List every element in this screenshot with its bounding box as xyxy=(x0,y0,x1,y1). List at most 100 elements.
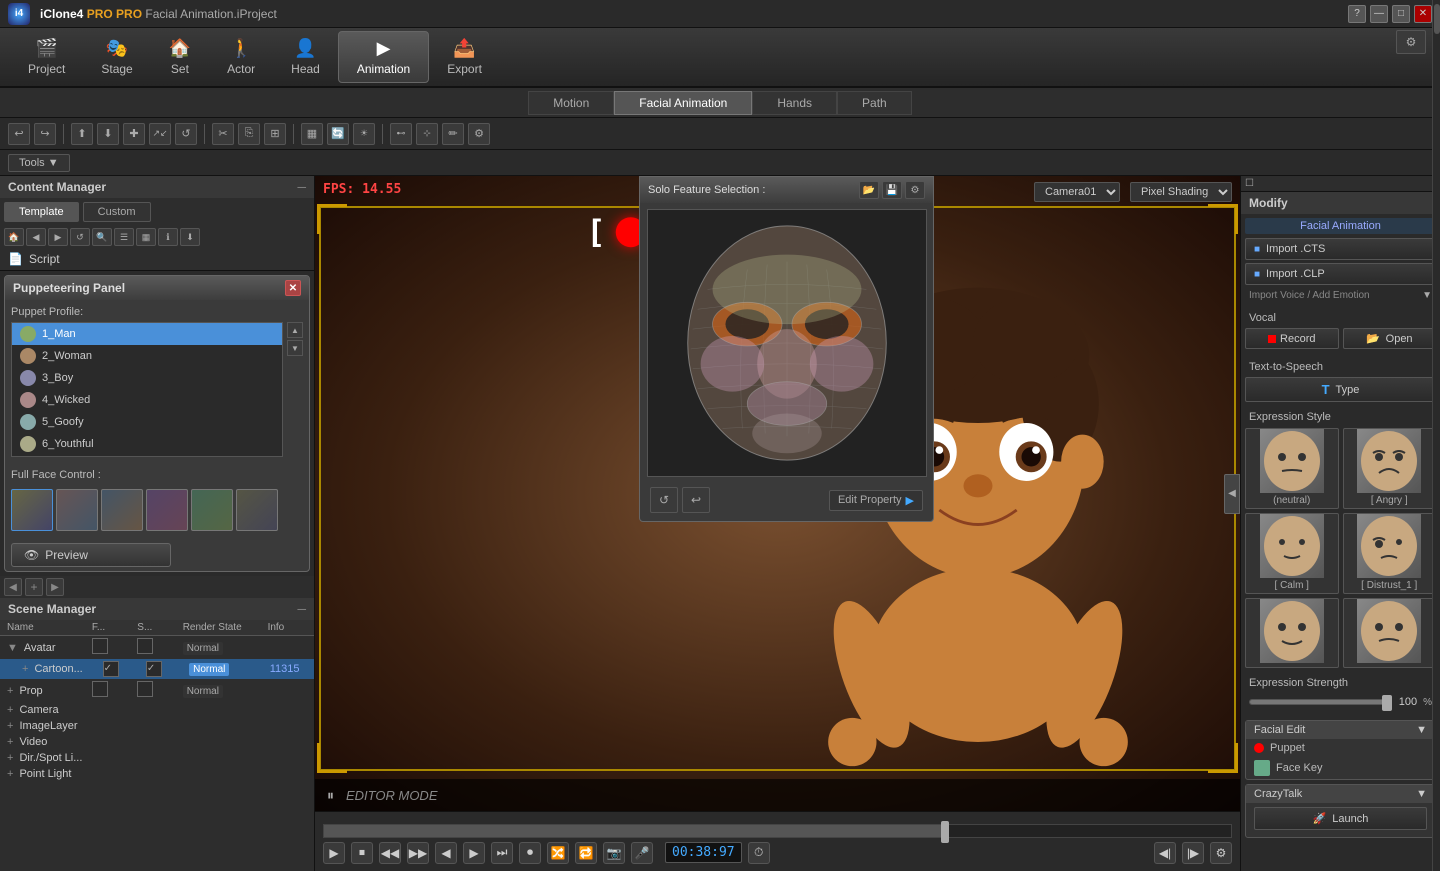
facial-edit-header[interactable]: Facial Edit ▼ xyxy=(1246,721,1435,739)
puppet-item-7attractive[interactable]: 7_Attractive xyxy=(12,455,282,457)
cm-back-btn[interactable]: ◀ xyxy=(26,228,46,246)
solo-open-btn[interactable]: 📂 xyxy=(859,181,879,199)
pb-prev-btn[interactable]: ◀◀ xyxy=(379,842,401,864)
pb-settings-btn[interactable]: ⚙ xyxy=(1210,842,1232,864)
pp-header[interactable]: Puppeteering Panel ✕ xyxy=(5,276,309,300)
expr-angry[interactable]: [ Angry ] xyxy=(1343,428,1437,509)
import-cts-btn[interactable]: ■ Import .CTS xyxy=(1245,238,1436,260)
tools-dropdown[interactable]: Tools ▼ xyxy=(8,154,70,172)
subtab-motion[interactable]: Motion xyxy=(528,91,614,115)
face-thumb-3[interactable] xyxy=(146,489,188,531)
puppet-item-2woman[interactable]: 2_Woman xyxy=(12,345,282,367)
tab-actor[interactable]: 🚶 Actor xyxy=(209,32,273,82)
pb-zoom-out-btn[interactable]: ◀| xyxy=(1154,842,1176,864)
sm-prev-btn[interactable]: ◀ xyxy=(4,578,22,596)
tab-project[interactable]: 🎬 Project xyxy=(10,32,83,82)
face-thumb-2[interactable] xyxy=(101,489,143,531)
pb-end-btn[interactable]: ⏭ xyxy=(491,842,513,864)
subtab-path[interactable]: Path xyxy=(837,91,912,115)
settings-icon[interactable]: ⚙ xyxy=(1396,30,1426,54)
face-thumb-4[interactable] xyxy=(191,489,233,531)
tab-head[interactable]: 👤 Head xyxy=(273,32,338,82)
light-button[interactable]: ☀ xyxy=(353,123,375,145)
face-thumb-1[interactable] xyxy=(56,489,98,531)
pb-camera-btn[interactable]: 📷 xyxy=(603,842,625,864)
scene-row-cartoon[interactable]: + Cartoon... Normal 11315 xyxy=(0,659,314,679)
expr-6[interactable] xyxy=(1343,598,1437,668)
avatar-s-cb[interactable] xyxy=(137,638,153,654)
pb-record-btn[interactable]: ⏺ xyxy=(519,842,541,864)
crazytalk-header[interactable]: CrazyTalk ▼ xyxy=(1246,785,1435,803)
sm-next-btn[interactable]: ▶ xyxy=(46,578,64,596)
expr-calm[interactable]: [ Calm ] xyxy=(1245,513,1339,594)
paste-button[interactable]: ⊞ xyxy=(264,123,286,145)
cm-forward-btn[interactable]: ▶ xyxy=(48,228,68,246)
expr-distrust[interactable]: [ Distrust_1 ] xyxy=(1343,513,1437,594)
puppet-item-3boy[interactable]: 3_Boy xyxy=(12,367,282,389)
strength-slider[interactable] xyxy=(1249,699,1389,705)
close-button[interactable]: ✕ xyxy=(1414,5,1432,23)
pencil-button[interactable]: ✏ xyxy=(442,123,464,145)
timeline-track[interactable] xyxy=(323,824,1232,838)
magnet-button[interactable]: ⊹ xyxy=(416,123,438,145)
avatar-f-cb[interactable] xyxy=(92,638,108,654)
settings-toolbar-button[interactable]: ⚙ xyxy=(468,123,490,145)
pp-close-button[interactable]: ✕ xyxy=(285,280,301,296)
preview-button[interactable]: 👁 Preview xyxy=(11,543,171,567)
move-down-button[interactable]: ⬇ xyxy=(97,123,119,145)
scene-row-imagelayer[interactable]: + ImageLayer xyxy=(0,718,314,734)
pb-stop-btn[interactable]: ⏹ xyxy=(351,842,373,864)
grid-button[interactable]: ▦ xyxy=(301,123,323,145)
sm-collapse[interactable]: ─ xyxy=(297,602,306,616)
import-clp-btn[interactable]: ■ Import .CLP xyxy=(1245,263,1436,285)
puppet-item-6youthful[interactable]: 6_Youthful xyxy=(12,433,282,455)
pb-timer-btn[interactable]: ⏱ xyxy=(748,842,770,864)
face-thumb-5[interactable] xyxy=(236,489,278,531)
transform-button[interactable]: ↗↙ xyxy=(149,123,171,145)
pb-step-back-btn[interactable]: ◀ xyxy=(435,842,457,864)
cut-button[interactable]: ✂ xyxy=(212,123,234,145)
cm-refresh-btn[interactable]: ↺ xyxy=(70,228,90,246)
cm-tab-custom[interactable]: Custom xyxy=(83,202,151,222)
puppet-item-5goofy[interactable]: 5_Goofy xyxy=(12,411,282,433)
tab-stage[interactable]: 🎭 Stage xyxy=(83,32,150,82)
pb-shuffle-btn[interactable]: 🔀 xyxy=(547,842,569,864)
timeline-thumb[interactable] xyxy=(941,821,949,843)
content-manager-collapse[interactable]: ─ xyxy=(297,180,306,194)
vocal-open-btn[interactable]: 📂 Open xyxy=(1343,328,1437,349)
pb-loop-btn[interactable]: 🔁 xyxy=(575,842,597,864)
solo-settings-btn[interactable]: ⚙ xyxy=(905,181,925,199)
record-button[interactable]: Record xyxy=(11,571,171,572)
prop-f-cb[interactable] xyxy=(92,681,108,697)
expr-neutral[interactable]: (neutral) xyxy=(1245,428,1339,509)
pb-audio-btn[interactable]: 🎤 xyxy=(631,842,653,864)
cartoon-f-cb[interactable] xyxy=(103,661,119,677)
scene-row-camera[interactable]: + Camera xyxy=(0,702,314,718)
puppet-item-4wicked[interactable]: 4_Wicked xyxy=(12,389,282,411)
face-key-btn[interactable]: Face Key xyxy=(1246,757,1435,779)
cm-list-btn[interactable]: ☰ xyxy=(114,228,134,246)
tab-export[interactable]: 📤 Export xyxy=(429,32,500,82)
face-thumb-0[interactable] xyxy=(11,489,53,531)
help-button[interactable]: ? xyxy=(1348,5,1366,23)
pp-scroll-up[interactable]: ▲ xyxy=(287,322,303,338)
prop-s-cb[interactable] xyxy=(137,681,153,697)
pp-scroll-down[interactable]: ▼ xyxy=(287,340,303,356)
cm-info-btn[interactable]: ℹ xyxy=(158,228,178,246)
script-item[interactable]: 📄 Script xyxy=(0,248,314,270)
tab-animation[interactable]: ▶ Animation xyxy=(338,31,429,83)
scene-row-avatar[interactable]: ▼ Avatar Normal xyxy=(0,636,314,659)
edit-property-btn[interactable]: Edit Property ▶ xyxy=(829,490,923,511)
cm-grid-btn[interactable]: ▦ xyxy=(136,228,156,246)
launch-btn[interactable]: 🚀 Launch xyxy=(1254,807,1427,830)
add-button[interactable]: ✚ xyxy=(123,123,145,145)
scene-row-dirspot[interactable]: + Dir./Spot Li... xyxy=(0,750,314,766)
pb-next-btn[interactable]: ▶▶ xyxy=(407,842,429,864)
rotate-button[interactable]: ↺ xyxy=(175,123,197,145)
solo-rotate-btn[interactable]: ↺ xyxy=(650,487,678,513)
pause-button[interactable]: ⏸ xyxy=(327,787,334,804)
redo-button[interactable]: ↪ xyxy=(34,123,56,145)
scene-row-video[interactable]: + Video xyxy=(0,734,314,750)
tab-set[interactable]: 🏠 Set xyxy=(151,32,209,82)
cartoon-s-cb[interactable] xyxy=(146,661,162,677)
